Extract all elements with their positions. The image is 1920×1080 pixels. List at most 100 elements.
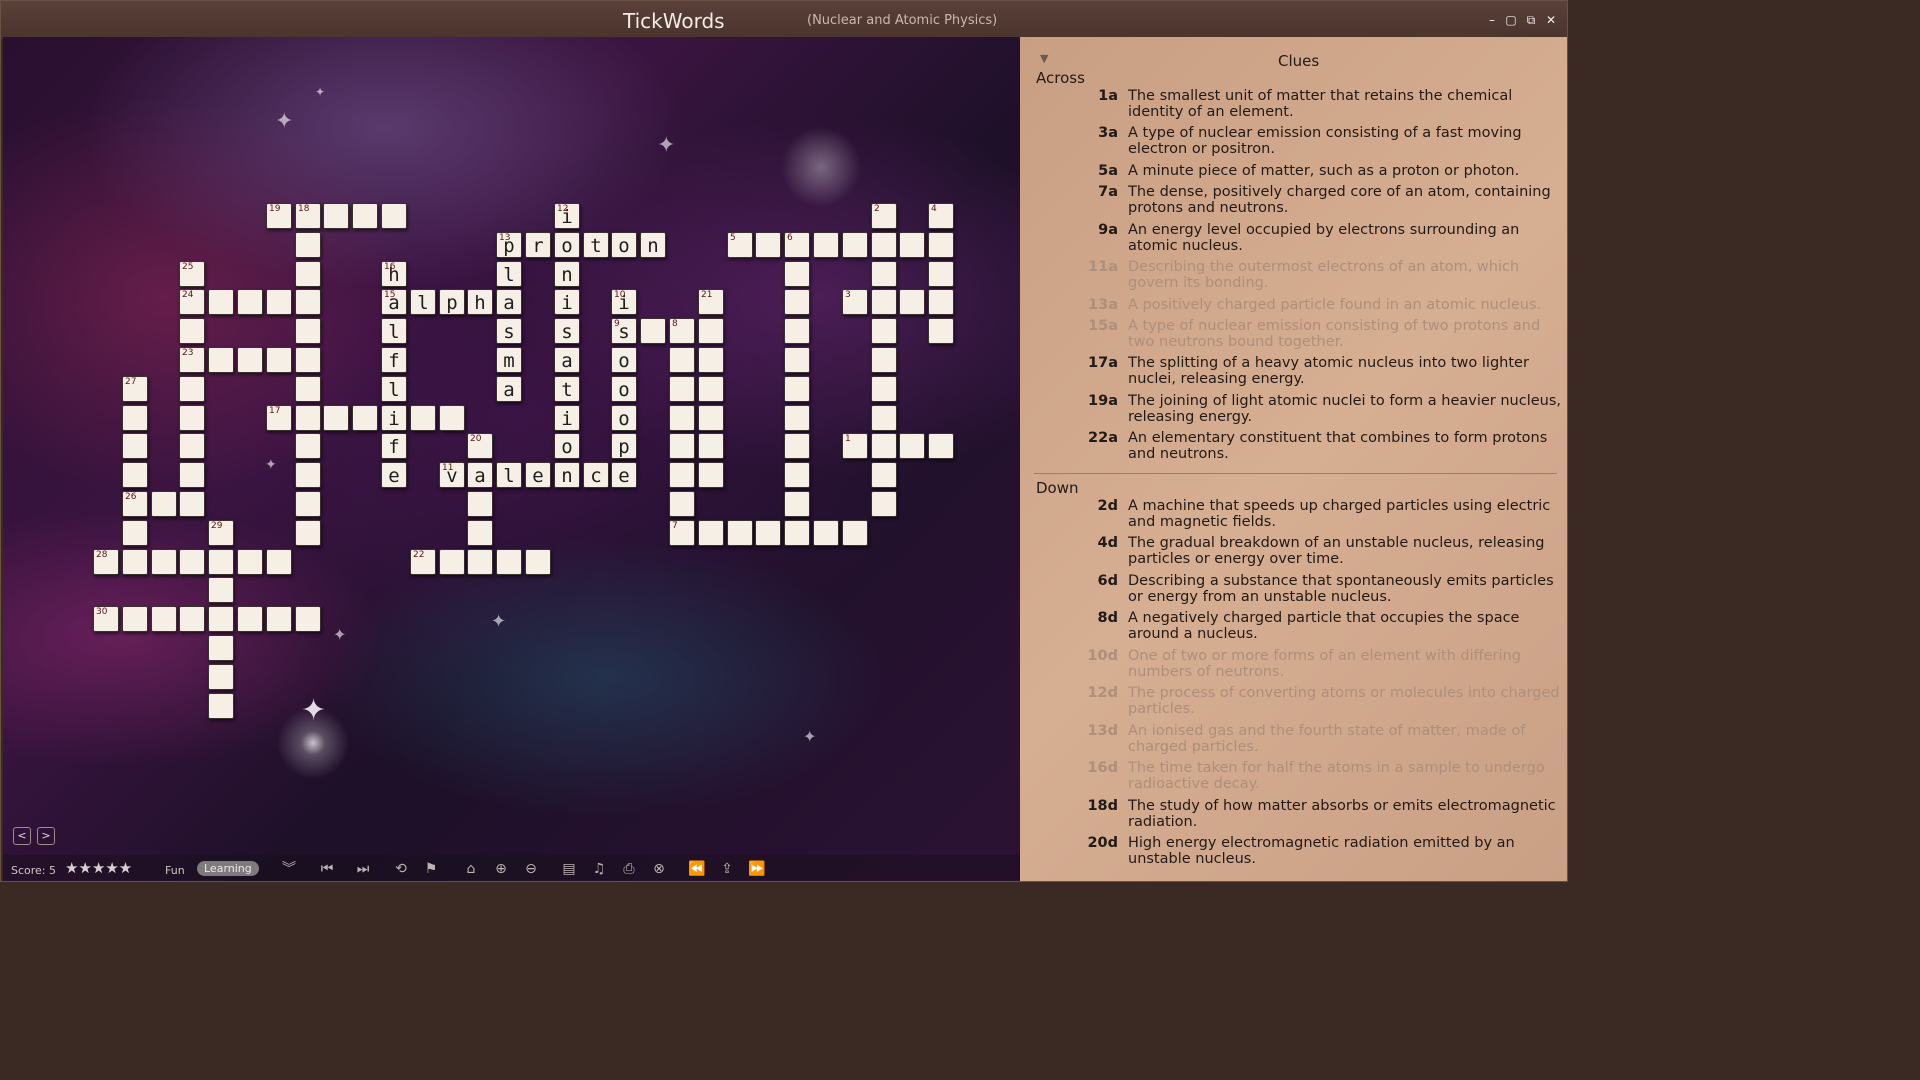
grid-cell[interactable]	[871, 405, 897, 431]
grid-cell[interactable]	[928, 261, 954, 287]
grid-cell[interactable]: a	[467, 462, 493, 488]
grid-cell[interactable]: a	[496, 376, 522, 402]
grid-cell[interactable]: 12 i	[554, 203, 580, 229]
grid-cell[interactable]: 10 i	[611, 289, 637, 315]
grid-cell[interactable]	[439, 549, 465, 575]
grid-cell[interactable]	[323, 203, 349, 229]
grid-cell[interactable]	[208, 664, 234, 690]
grid-cell[interactable]	[295, 289, 321, 315]
grid-cell[interactable]: 8	[669, 318, 695, 344]
grid-cell[interactable]: 21	[698, 289, 724, 315]
grid-cell[interactable]	[208, 635, 234, 661]
prev-button[interactable]: <	[13, 827, 31, 845]
grid-cell[interactable]	[295, 347, 321, 373]
grid-cell[interactable]	[698, 433, 724, 459]
grid-cell[interactable]	[122, 520, 148, 546]
grid-cell[interactable]	[295, 405, 321, 431]
grid-cell[interactable]	[813, 232, 839, 258]
grid-cell[interactable]	[467, 520, 493, 546]
grid-cell[interactable]	[208, 549, 234, 575]
grid-cell[interactable]: 25	[179, 261, 205, 287]
grid-cell[interactable]	[179, 549, 205, 575]
grid-cell[interactable]	[755, 232, 781, 258]
grid-cell[interactable]	[179, 433, 205, 459]
print-icon[interactable]: ⎙	[619, 859, 639, 879]
grid-cell[interactable]: o	[611, 347, 637, 373]
grid-cell[interactable]	[266, 289, 292, 315]
grid-cell[interactable]	[784, 491, 810, 517]
grid-cell[interactable]	[295, 606, 321, 632]
grid-cell[interactable]	[669, 462, 695, 488]
grid-cell[interactable]: 7	[669, 520, 695, 546]
grid-cell[interactable]	[237, 549, 263, 575]
grid-cell[interactable]	[179, 405, 205, 431]
grid-cell[interactable]: n	[640, 232, 666, 258]
grid-cell[interactable]	[525, 549, 551, 575]
grid-cell[interactable]: l	[496, 261, 522, 287]
grid-cell[interactable]	[871, 433, 897, 459]
grid-cell[interactable]	[295, 491, 321, 517]
grid-cell[interactable]: f	[381, 347, 407, 373]
grid-cell[interactable]	[698, 520, 724, 546]
grid-cell[interactable]	[295, 376, 321, 402]
grid-cell[interactable]	[871, 318, 897, 344]
grid-cell[interactable]	[871, 289, 897, 315]
layout-icon[interactable]: ▤	[559, 859, 579, 879]
grid-cell[interactable]	[784, 376, 810, 402]
grid-cell[interactable]	[871, 462, 897, 488]
grid-cell[interactable]	[439, 405, 465, 431]
grid-cell[interactable]: f	[381, 433, 407, 459]
grid-cell[interactable]: p	[611, 433, 637, 459]
grid-cell[interactable]	[208, 289, 234, 315]
grid-cell[interactable]	[755, 520, 781, 546]
grid-cell[interactable]	[179, 318, 205, 344]
grid-cell[interactable]	[727, 520, 753, 546]
collapse-arrow-icon[interactable]: ▼	[1040, 52, 1048, 65]
grid-cell[interactable]: o	[554, 232, 580, 258]
grid-cell[interactable]: m	[496, 347, 522, 373]
grid-cell[interactable]: 29	[208, 520, 234, 546]
grid-cell[interactable]	[295, 232, 321, 258]
grid-cell[interactable]: 23	[179, 347, 205, 373]
grid-cell[interactable]	[295, 462, 321, 488]
grid-cell[interactable]: 26	[122, 491, 148, 517]
grid-cell[interactable]	[122, 606, 148, 632]
grid-cell[interactable]	[928, 318, 954, 344]
grid-cell[interactable]: i	[554, 405, 580, 431]
grid-cell[interactable]	[295, 318, 321, 344]
grid-cell[interactable]: r	[525, 232, 551, 258]
grid-cell[interactable]	[122, 549, 148, 575]
grid-cell[interactable]	[842, 520, 868, 546]
grid-cell[interactable]	[784, 405, 810, 431]
close-icon[interactable]: ✕	[1544, 13, 1558, 27]
grid-cell[interactable]	[352, 405, 378, 431]
grid-cell[interactable]	[669, 433, 695, 459]
grid-cell[interactable]: 3	[842, 289, 868, 315]
grid-cell[interactable]	[496, 549, 522, 575]
grid-cell[interactable]	[871, 261, 897, 287]
minimize-icon[interactable]: –	[1485, 13, 1499, 27]
zoom-in-icon[interactable]: ⊕	[491, 859, 511, 879]
grid-cell[interactable]	[784, 261, 810, 287]
grid-cell[interactable]	[899, 289, 925, 315]
grid-cell[interactable]: 15 a	[381, 289, 407, 315]
grid-cell[interactable]: 5	[727, 232, 753, 258]
grid-cell[interactable]: 6	[784, 232, 810, 258]
reset-icon[interactable]: ⟲	[391, 859, 411, 879]
grid-cell[interactable]: e	[525, 462, 551, 488]
grid-cell[interactable]	[698, 318, 724, 344]
grid-cell[interactable]: l	[381, 376, 407, 402]
grid-cell[interactable]	[784, 347, 810, 373]
grid-cell[interactable]: o	[554, 433, 580, 459]
grid-cell[interactable]: t	[583, 232, 609, 258]
grid-cell[interactable]	[266, 347, 292, 373]
grid-cell[interactable]: 13 p	[496, 232, 522, 258]
grid-cell[interactable]: a	[554, 347, 580, 373]
music-icon[interactable]: ♫	[589, 859, 609, 879]
fast-forward-icon[interactable]: ⏩	[747, 859, 767, 879]
grid-cell[interactable]: o	[611, 232, 637, 258]
grid-cell[interactable]: l	[410, 289, 436, 315]
grid-cell[interactable]	[784, 289, 810, 315]
grid-cell[interactable]	[352, 203, 378, 229]
grid-cell[interactable]	[122, 462, 148, 488]
